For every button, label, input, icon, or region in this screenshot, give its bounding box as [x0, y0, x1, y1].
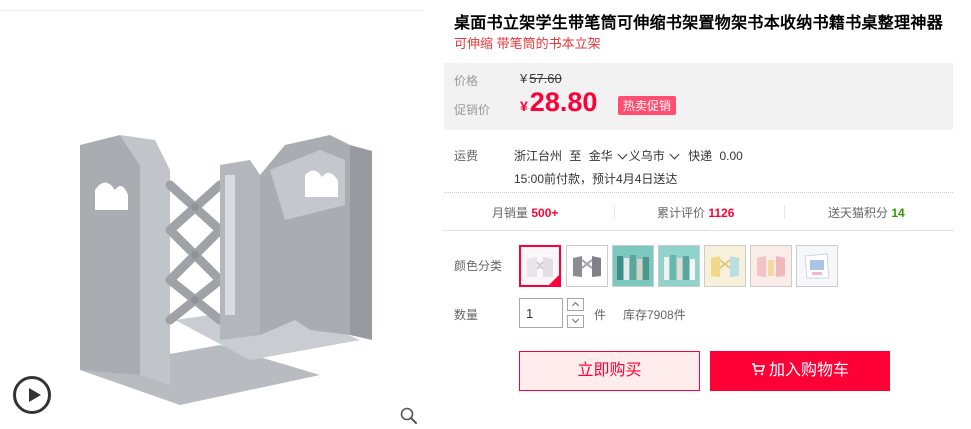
color-swatch-green-books[interactable]	[612, 245, 654, 287]
add-to-cart-button[interactable]: 加入购物车	[710, 351, 890, 391]
color-swatch-blue[interactable]	[796, 245, 838, 287]
product-main-image[interactable]	[60, 105, 390, 405]
swatch-image-gray	[567, 246, 607, 286]
ship-fee: 0.00	[719, 149, 743, 163]
color-swatch-teal-books[interactable]	[658, 245, 700, 287]
chevron-down-icon	[669, 149, 680, 160]
price-panel: 价格 ¥57.60 促销价 ¥28.80 热卖促销	[444, 63, 953, 130]
zoom-icon[interactable]	[399, 406, 419, 426]
quantity-input[interactable]	[519, 298, 563, 328]
quantity-increase-button[interactable]	[567, 298, 584, 311]
delivery-estimate: 15:00前付款，预计4月4日送达	[514, 172, 678, 186]
tmall-points: 送天猫积分 14	[828, 204, 905, 221]
swatch-image-teal-books	[659, 246, 699, 286]
chevron-down-icon	[571, 315, 580, 324]
selected-check-icon	[548, 274, 559, 285]
monthly-sales: 月销量 500+	[492, 204, 558, 221]
ship-method: 快递	[688, 149, 713, 163]
city-value: 义乌市	[628, 149, 665, 163]
original-price-value: 57.60	[529, 71, 562, 86]
chevron-down-icon	[617, 149, 628, 160]
review-count[interactable]: 累计评价 1126	[657, 204, 734, 221]
quantity-label: 数量	[454, 308, 479, 322]
cart-icon	[751, 362, 765, 375]
promo-price-label: 促销价	[454, 103, 491, 117]
stat-separator	[784, 205, 785, 219]
product-gallery	[0, 10, 424, 429]
promo-price: ¥28.80	[520, 87, 597, 118]
stats-bar: 月销量 500+ 累计评价 1126 送天猫积分 14	[444, 193, 953, 229]
monthly-sales-label: 月销量	[492, 206, 529, 220]
province-value: 金华	[588, 149, 613, 163]
play-video-button[interactable]	[13, 376, 51, 414]
review-count-label: 累计评价	[657, 206, 706, 220]
chevron-up-icon	[571, 301, 580, 310]
shipping-label: 运费	[454, 149, 479, 163]
color-swatch-pink[interactable]	[750, 245, 792, 287]
buy-now-button[interactable]: 立即购买	[519, 351, 700, 391]
color-swatch-yellow[interactable]	[704, 245, 746, 287]
city-select[interactable]: 义乌市	[629, 149, 681, 163]
color-swatch-gray[interactable]	[566, 245, 608, 287]
swatch-image-pink	[751, 246, 791, 286]
currency-symbol: ¥	[520, 71, 528, 86]
tmall-points-value: 14	[891, 206, 905, 220]
promo-currency-symbol: ¥	[520, 98, 528, 114]
swatch-image-yellow	[705, 246, 745, 286]
buy-now-label: 立即购买	[577, 362, 642, 379]
original-price: ¥57.60	[520, 71, 562, 86]
promo-price-value: 28.80	[529, 87, 598, 117]
color-swatch-white[interactable]	[519, 245, 561, 287]
promo-badge: 热卖促销	[618, 96, 677, 115]
shipping-info: 浙江台州 至 金华 义乌市 快递 0.00	[514, 147, 747, 164]
original-price-label: 价格	[454, 74, 479, 88]
product-subtitle: 可伸缩 带笔筒的书本立架	[454, 36, 601, 51]
product-title: 桌面书立架学生带笔筒可伸缩书架置物架书本收纳书籍书桌整理神器	[454, 15, 944, 32]
monthly-sales-value: 500+	[531, 206, 559, 220]
review-count-value: 1126	[708, 206, 735, 220]
ship-to-word: 至	[569, 149, 582, 163]
tmall-points-label: 送天猫积分	[828, 206, 889, 220]
divider	[444, 230, 953, 231]
color-option-label: 颜色分类	[454, 259, 503, 273]
add-to-cart-label: 加入购物车	[768, 362, 849, 379]
ship-from: 浙江台州	[514, 149, 563, 163]
swatch-image-green-books	[613, 246, 653, 286]
province-select[interactable]: 金华	[589, 149, 629, 163]
stock-count: 库存7908件	[623, 308, 686, 322]
stat-separator	[614, 205, 615, 219]
swatch-image-blue	[797, 246, 837, 286]
quantity-decrease-button[interactable]	[567, 315, 584, 328]
quantity-unit: 件	[594, 308, 607, 322]
